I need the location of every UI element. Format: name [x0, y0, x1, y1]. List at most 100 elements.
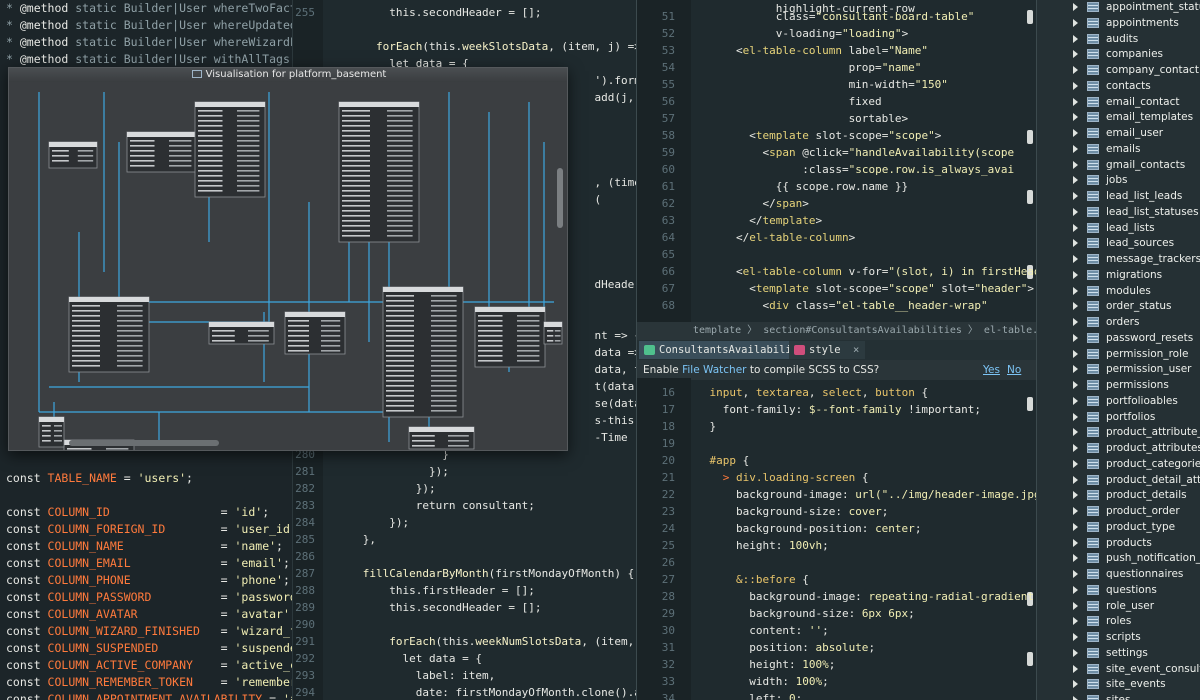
code-line[interactable]: 24 background-position: center; — [637, 520, 922, 537]
db-table-item[interactable]: order_status — [1037, 298, 1200, 314]
code-line[interactable]: 63 </template> — [637, 212, 822, 229]
expand-arrow-icon[interactable] — [1073, 223, 1078, 232]
db-table-item[interactable]: product_detail_attrib — [1037, 472, 1200, 488]
code-line[interactable]: 20 #app { — [637, 452, 749, 469]
expand-arrow-icon[interactable] — [1073, 617, 1078, 626]
expand-arrow-icon[interactable] — [1073, 81, 1078, 90]
expand-arrow-icon[interactable] — [1073, 475, 1078, 484]
expand-arrow-icon[interactable] — [1073, 66, 1078, 74]
code-line[interactable]: 68 <div class="el-table__header-wrap" — [637, 297, 988, 314]
db-table-item[interactable]: scripts — [1037, 629, 1200, 645]
code-line[interactable]: * @method static Builder|User whereTwoFa… — [6, 0, 292, 17]
code-line[interactable]: 255 this.secondHeader = []; — [293, 4, 541, 21]
expand-arrow-icon[interactable] — [1073, 270, 1078, 279]
code-line[interactable]: 60 :class="scope.row.is_always_avai — [637, 161, 1014, 178]
expand-arrow-icon[interactable] — [1073, 333, 1078, 342]
code-line[interactable]: 286 — [293, 548, 323, 565]
expand-arrow-icon[interactable] — [1073, 648, 1078, 657]
code-line[interactable]: 26 — [637, 554, 683, 571]
db-table-item[interactable]: products — [1037, 535, 1200, 551]
expand-arrow-icon[interactable] — [1073, 50, 1078, 59]
db-table-item[interactable]: product_categories — [1037, 456, 1200, 472]
diagram-vertical-scrollbar[interactable] — [557, 168, 563, 228]
expand-arrow-icon[interactable] — [1073, 381, 1078, 389]
db-table-item[interactable]: questionnaires — [1037, 566, 1200, 582]
code-line[interactable]: const COLUMN_APPOINTMENT_AVAILABILITY = … — [6, 691, 292, 700]
expand-arrow-icon[interactable] — [1073, 522, 1078, 531]
code-line[interactable]: const COLUMN_REMEMBER_TOKEN = 'remember_… — [6, 674, 292, 691]
db-table-item[interactable]: push_notification_tok — [1037, 550, 1200, 566]
expand-arrow-icon[interactable] — [1073, 3, 1078, 11]
code-line[interactable]: 55 min-width="150" — [637, 76, 948, 93]
expand-arrow-icon[interactable] — [1073, 459, 1078, 468]
diagram-window-titlebar[interactable]: Visualisation for platform_basement — [9, 68, 567, 82]
code-line[interactable]: 29 background-size: 6px 6px; — [637, 605, 915, 622]
code-line[interactable]: 28 background-image: repeating-radial-gr… — [637, 588, 1036, 605]
code-line[interactable]: 16 input, textarea, select, button { — [637, 384, 928, 401]
code-line[interactable]: 57 sortable> — [637, 110, 908, 127]
code-line[interactable]: const TABLE_NAME = 'users'; — [6, 470, 193, 487]
db-table-item[interactable]: sites — [1037, 692, 1200, 700]
expand-arrow-icon[interactable] — [1073, 302, 1078, 311]
code-line[interactable]: 65 — [637, 246, 683, 263]
expand-arrow-icon[interactable] — [1073, 664, 1078, 673]
expand-arrow-icon[interactable] — [1073, 507, 1078, 515]
db-table-item[interactable]: appointment_status — [1037, 0, 1200, 15]
code-line[interactable]: 52 v-loading="loading"> — [637, 25, 908, 42]
db-table-item[interactable]: password_resets — [1037, 330, 1200, 346]
db-table-item[interactable]: product_order — [1037, 503, 1200, 519]
db-table-item[interactable]: lead_list_leads — [1037, 188, 1200, 204]
diagram-window[interactable]: Visualisation for platform_basement — [8, 67, 568, 451]
code-line[interactable]: * @method static Builder|User withAllTag… — [6, 51, 292, 68]
db-table-item[interactable]: gmail_contacts — [1037, 157, 1200, 173]
db-table-item[interactable]: product_details — [1037, 487, 1200, 503]
db-table-item[interactable]: site_events — [1037, 676, 1200, 692]
code-line[interactable]: const COLUMN_NAME = 'name'; — [6, 538, 283, 555]
db-table-item[interactable]: contacts — [1037, 78, 1200, 94]
db-table-item[interactable]: lead_sources — [1037, 235, 1200, 251]
er-diagram-canvas[interactable] — [9, 82, 568, 451]
code-line[interactable]: const COLUMN_SUSPENDED = 'suspended'; — [6, 640, 292, 657]
db-table-item[interactable]: email_user — [1037, 125, 1200, 141]
code-line[interactable]: 283 return consultant; — [293, 497, 535, 514]
database-tables-sidebar[interactable]: appointment_status appointments audits comp… — [1036, 0, 1200, 700]
expand-arrow-icon[interactable] — [1073, 570, 1078, 578]
expand-arrow-icon[interactable] — [1073, 349, 1078, 358]
code-line[interactable]: 289 this.secondHeader = []; — [293, 599, 541, 616]
code-line[interactable]: 17 font-family: $--font-family !importan… — [637, 401, 981, 418]
db-table-item[interactable]: companies — [1037, 46, 1200, 62]
code-line[interactable]: 290 — [293, 616, 323, 633]
code-line[interactable]: * @method static Builder|User whereWizar… — [6, 34, 292, 51]
code-line[interactable]: 281 }); — [293, 463, 449, 480]
code-line[interactable]: 64 </el-table-column> — [637, 229, 855, 246]
db-table-item[interactable]: roles — [1037, 613, 1200, 629]
code-line[interactable]: forEach(this.weekSlotsData, (item, j) =>… — [293, 38, 636, 55]
code-line[interactable]: 18 } — [637, 418, 716, 435]
db-table-item[interactable]: email_contact — [1037, 94, 1200, 110]
expand-arrow-icon[interactable] — [1073, 207, 1078, 216]
code-line[interactable]: 67 <template slot-scope="scope" slot="he… — [637, 280, 1034, 297]
expand-arrow-icon[interactable] — [1073, 113, 1078, 122]
code-line[interactable]: 31 position: absolute; — [637, 639, 875, 656]
code-line[interactable]: 282 }); — [293, 480, 435, 497]
expand-arrow-icon[interactable] — [1073, 192, 1078, 200]
code-line[interactable]: 294 date: firstMondayOfMonth.clone().add — [293, 684, 636, 700]
db-table-item[interactable]: permission_user — [1037, 361, 1200, 377]
code-line[interactable]: 288 this.firstHeader = []; — [293, 582, 535, 599]
expand-arrow-icon[interactable] — [1073, 34, 1078, 43]
expand-arrow-icon[interactable] — [1073, 680, 1078, 689]
code-line[interactable]: 56 fixed — [637, 93, 882, 110]
expand-arrow-icon[interactable] — [1073, 18, 1078, 27]
db-table-item[interactable]: portfolios — [1037, 409, 1200, 425]
code-line[interactable]: 54 prop="name" — [637, 59, 922, 76]
db-table-item[interactable]: message_trackers — [1037, 251, 1200, 267]
code-line[interactable]: 66 <el-table-column v-for="(slot, i) in … — [637, 263, 1036, 280]
db-table-item[interactable]: appointments — [1037, 15, 1200, 31]
code-line[interactable]: 53 <el-table-column label="Name" — [637, 42, 928, 59]
breadcrumb[interactable]: template 〉 section#ConsultantsAvailabili… — [637, 322, 1036, 340]
watcher-no-link[interactable]: No — [1007, 360, 1021, 380]
expand-arrow-icon[interactable] — [1073, 129, 1078, 137]
code-line[interactable]: 287 fillCalendarByMonth(firstMondayOfMon… — [293, 565, 634, 582]
code-line[interactable]: 25 height: 100vh; — [637, 537, 829, 554]
code-line[interactable]: const COLUMN_WIZARD_FINISHED = 'wizard_f… — [6, 623, 292, 640]
